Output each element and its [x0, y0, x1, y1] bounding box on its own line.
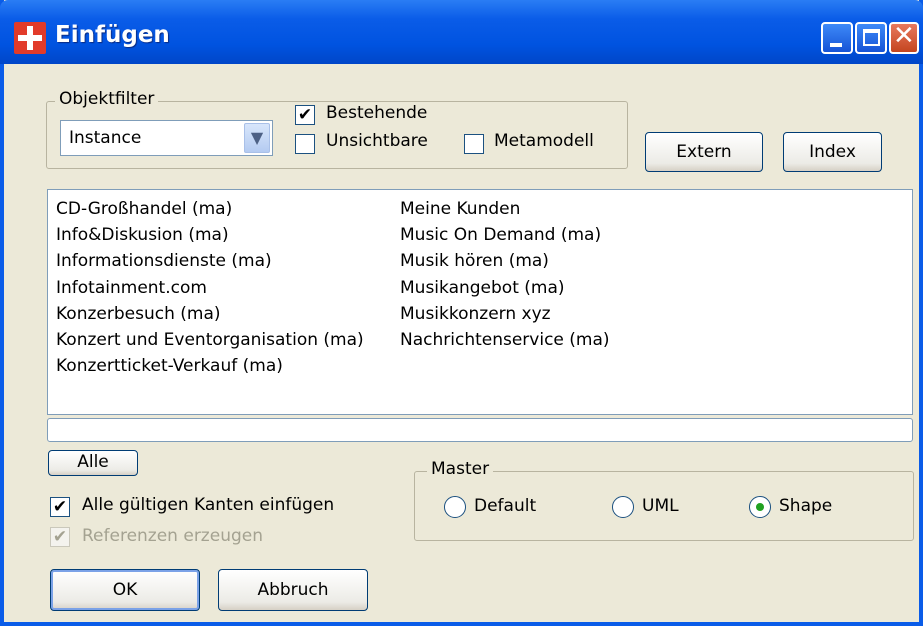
alle-kanten-checkbox[interactable]: ✔ [50, 497, 70, 517]
list-item[interactable]: Info&Diskusion (ma) [56, 222, 364, 248]
chevron-down-icon[interactable]: ▼ [244, 123, 270, 153]
objektfilter-legend: Objektfilter [55, 89, 159, 109]
ok-label: OK [112, 580, 138, 600]
object-list-column-1: CD-Großhandel (ma) Info&Diskusion (ma) Inf… [56, 196, 364, 379]
master-shape-radio[interactable] [749, 496, 771, 518]
window-title: Einfügen [55, 22, 170, 48]
extern-label: Extern [676, 142, 732, 162]
maximize-icon [863, 29, 880, 46]
bestehende-checkbox[interactable]: ✔ [295, 105, 315, 125]
index-button[interactable]: Index [783, 132, 882, 172]
list-item[interactable]: Konzerbesuch (ma) [56, 301, 364, 327]
bestehende-label: Bestehende [326, 103, 428, 123]
ok-button[interactable]: OK [50, 569, 200, 611]
horizontal-scrollbar[interactable] [47, 418, 913, 442]
list-item[interactable]: Informationsdienste (ma) [56, 248, 364, 274]
list-item[interactable]: Infotainment.com [56, 275, 364, 301]
list-item[interactable]: Konzertticket-Verkauf (ma) [56, 353, 364, 379]
maximize-button[interactable] [855, 22, 887, 54]
metamodell-label: Metamodell [494, 131, 594, 151]
extern-button[interactable]: Extern [645, 132, 763, 172]
list-item[interactable]: Musikangebot (ma) [400, 275, 610, 301]
master-legend: Master [427, 459, 494, 479]
abbruch-button[interactable]: Abbruch [218, 569, 368, 611]
minimize-icon [830, 43, 842, 47]
object-list-column-2: Meine Kunden Music On Demand (ma) Musik hö… [400, 196, 610, 353]
referenzen-label: Referenzen erzeugen [82, 526, 263, 546]
list-item[interactable]: CD-Großhandel (ma) [56, 196, 364, 222]
unsichtbare-label: Unsichtbare [326, 131, 428, 151]
list-item[interactable]: Musik hören (ma) [400, 248, 610, 274]
alle-label: Alle [77, 452, 109, 472]
close-icon: ✕ [893, 21, 915, 51]
index-label: Index [809, 142, 856, 162]
alle-kanten-label: Alle gültigen Kanten einfügen [82, 495, 335, 515]
insert-dialog: Einfügen ✕ Objektfilter Instance ▼ ✔ Bes… [0, 0, 923, 626]
object-type-select[interactable]: Instance ▼ [60, 120, 273, 156]
radio-selected-dot [756, 503, 764, 511]
master-uml-label: UML [642, 496, 679, 516]
master-default-label: Default [474, 496, 537, 516]
list-item[interactable]: Musikkonzern xyz [400, 301, 610, 327]
alle-button[interactable]: Alle [48, 450, 138, 476]
app-cross-icon [14, 22, 46, 54]
list-item[interactable]: Meine Kunden [400, 196, 610, 222]
close-button[interactable]: ✕ [889, 21, 919, 54]
minimize-button[interactable] [821, 22, 853, 54]
unsichtbare-checkbox[interactable] [295, 134, 315, 154]
metamodell-checkbox[interactable] [464, 134, 484, 154]
abbruch-label: Abbruch [257, 580, 329, 600]
object-list[interactable]: CD-Großhandel (ma) Info&Diskusion (ma) Inf… [47, 189, 913, 415]
master-default-radio[interactable] [444, 496, 466, 518]
list-item[interactable]: Nachrichtenservice (ma) [400, 327, 610, 353]
object-type-value: Instance [69, 128, 142, 148]
master-uml-radio[interactable] [612, 496, 634, 518]
referenzen-checkbox: ✔ [50, 527, 70, 547]
list-item[interactable]: Konzert und Eventorganisation (ma) [56, 327, 364, 353]
list-item[interactable]: Music On Demand (ma) [400, 222, 610, 248]
master-shape-label: Shape [779, 496, 833, 516]
title-bar[interactable]: Einfügen ✕ [0, 0, 923, 64]
